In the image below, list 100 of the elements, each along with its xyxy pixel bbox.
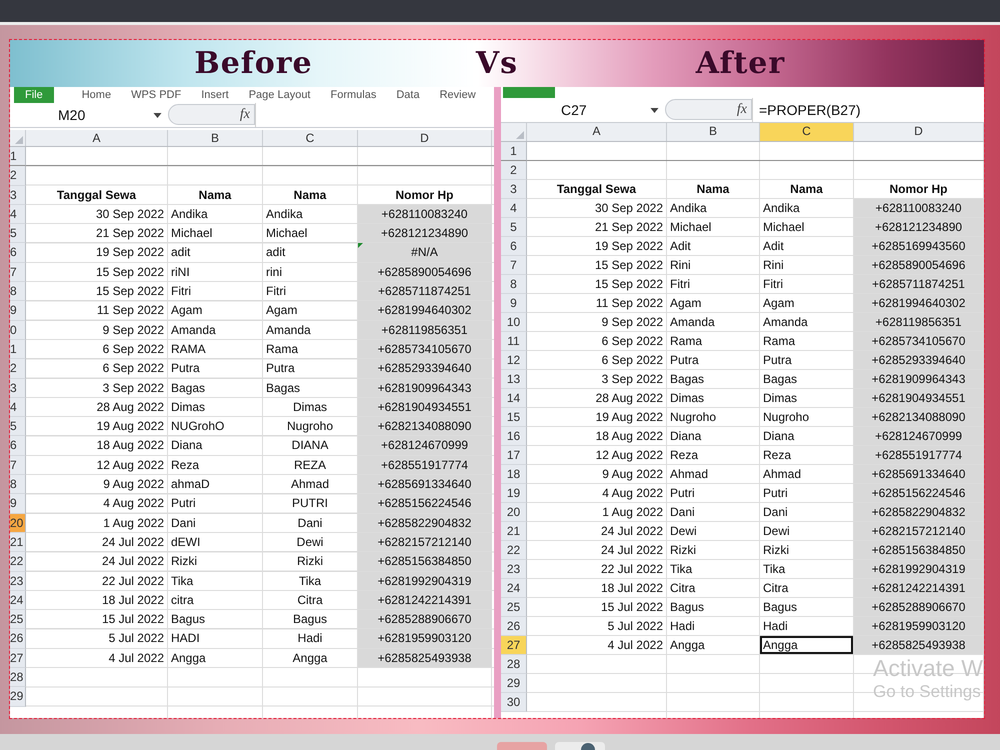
row-header[interactable]: 0 <box>10 320 26 340</box>
row-header[interactable]: 3 <box>10 186 26 205</box>
row-header[interactable]: 24 <box>501 579 527 598</box>
row-header[interactable]: 1 <box>10 340 26 360</box>
row-header[interactable]: 20 <box>10 514 26 533</box>
row-header[interactable]: 21 <box>10 532 26 552</box>
row-header[interactable]: 5 <box>10 417 26 436</box>
row-header[interactable]: 29 <box>501 674 527 693</box>
row-header[interactable]: 5 <box>10 224 26 244</box>
row-header[interactable]: 23 <box>10 572 26 591</box>
row-header[interactable]: 22 <box>501 541 527 560</box>
row-header[interactable]: 7 <box>501 256 527 275</box>
column-header[interactable]: A <box>527 123 667 141</box>
row-header[interactable]: 3 <box>10 378 26 398</box>
row-header[interactable]: 3 <box>501 180 527 199</box>
row-header[interactable]: 9 <box>10 494 26 514</box>
table-cell: HADI <box>168 629 263 649</box>
row-header[interactable]: 1 <box>501 142 527 161</box>
row-header[interactable]: 19 <box>501 484 527 503</box>
row-header[interactable]: 25 <box>10 610 26 630</box>
row-header[interactable]: 30 <box>501 693 527 712</box>
table-cell: 18 Jul 2022 <box>26 590 168 610</box>
row-header[interactable]: 14 <box>501 389 527 408</box>
row-header[interactable]: 6 <box>10 436 26 456</box>
ribbon-tab[interactable]: Home <box>82 87 112 103</box>
file-tab[interactable] <box>503 87 555 98</box>
row-header[interactable]: 28 <box>10 668 26 688</box>
ribbon-tab[interactable]: Page Layout <box>248 87 310 103</box>
file-tab[interactable]: File <box>14 87 54 103</box>
insert-function-button[interactable]: fx <box>736 102 747 118</box>
row-header[interactable]: 25 <box>501 598 527 617</box>
row-header[interactable]: 26 <box>501 617 527 636</box>
table-cell: Dewi <box>667 522 760 541</box>
table-cell: Andika <box>168 204 263 224</box>
row-header[interactable]: 29 <box>10 687 26 707</box>
ribbon-tab[interactable]: Insert <box>201 87 229 103</box>
row-header[interactable]: 4 <box>501 199 527 218</box>
caret-icon[interactable] <box>153 112 162 118</box>
formula-field[interactable]: =PROPER(B27) <box>752 98 984 122</box>
row-header[interactable]: 2 <box>10 359 26 379</box>
row-header[interactable]: 28 <box>501 655 527 674</box>
table-cell: +6285288906670 <box>358 610 492 630</box>
row-header[interactable]: 2 <box>10 166 26 186</box>
column-header[interactable]: C <box>760 123 854 141</box>
row-header[interactable]: 24 <box>10 590 26 610</box>
column-header[interactable]: A <box>26 130 168 146</box>
row-header[interactable]: 5 <box>501 218 527 237</box>
table-cell: 6 Sep 2022 <box>26 340 168 360</box>
row-header[interactable]: 7 <box>10 456 26 476</box>
row-header[interactable]: 26 <box>10 629 26 649</box>
table-cell: Agam <box>168 301 263 321</box>
ribbon-tab[interactable]: WPS PDF <box>131 87 182 103</box>
table-cell: Dimas <box>667 389 760 408</box>
row-header[interactable]: 9 <box>501 294 527 313</box>
column-header[interactable]: D <box>854 123 984 141</box>
table-cell: 21 Sep 2022 <box>527 218 667 237</box>
column-header[interactable]: D <box>358 130 492 146</box>
table-cell: 15 Sep 2022 <box>26 282 168 302</box>
ribbon-tab[interactable]: Review <box>440 87 476 103</box>
name-box[interactable]: M20 <box>10 103 168 127</box>
row-header[interactable]: 27 <box>10 648 26 668</box>
triangle-icon <box>15 136 23 144</box>
row-header[interactable]: 4 <box>10 398 26 418</box>
caret-icon[interactable] <box>650 108 659 112</box>
row-header[interactable]: 8 <box>10 282 26 302</box>
row-header[interactable]: 27 <box>501 636 527 655</box>
row-header[interactable]: 4 <box>10 204 26 224</box>
row-header[interactable]: 16 <box>501 427 527 446</box>
row-header[interactable]: 18 <box>501 465 527 484</box>
row-header[interactable]: 6 <box>10 243 26 263</box>
tab-button[interactable] <box>555 742 605 750</box>
table-cell: +6281909964343 <box>358 378 492 398</box>
row-header[interactable]: 8 <box>501 275 527 294</box>
table-cell: Rizki <box>667 541 760 560</box>
row-header[interactable]: 11 <box>501 332 527 351</box>
row-header[interactable]: 21 <box>501 522 527 541</box>
row-header[interactable]: 1 <box>10 147 26 166</box>
row-header[interactable]: 17 <box>501 446 527 465</box>
row-header[interactable]: 8 <box>10 475 26 494</box>
ribbon-tab[interactable]: Formulas <box>330 87 376 103</box>
row-header[interactable]: 22 <box>10 552 26 572</box>
row-header[interactable]: 2 <box>501 161 527 180</box>
column-header[interactable]: C <box>263 130 358 146</box>
table-cell: Bagas <box>667 370 760 389</box>
row-header[interactable]: 13 <box>501 370 527 389</box>
column-header[interactable]: B <box>168 130 263 146</box>
name-box[interactable]: C27 <box>501 98 665 122</box>
row-header[interactable]: 9 <box>10 301 26 321</box>
row-header[interactable]: 15 <box>501 408 527 427</box>
row-header[interactable]: 12 <box>501 351 527 370</box>
row-header[interactable]: 20 <box>501 503 527 522</box>
row-header[interactable]: 7 <box>10 262 26 282</box>
table-cell: 30 Sep 2022 <box>527 199 667 218</box>
table-cell: Rama <box>667 332 760 351</box>
row-header[interactable]: 23 <box>501 560 527 579</box>
ribbon-tab[interactable]: Data <box>396 87 420 103</box>
row-header[interactable]: 10 <box>501 313 527 332</box>
insert-function-button[interactable]: fx <box>240 106 250 122</box>
table-cell: +628119856351 <box>358 320 492 340</box>
row-header[interactable]: 6 <box>501 237 527 256</box>
